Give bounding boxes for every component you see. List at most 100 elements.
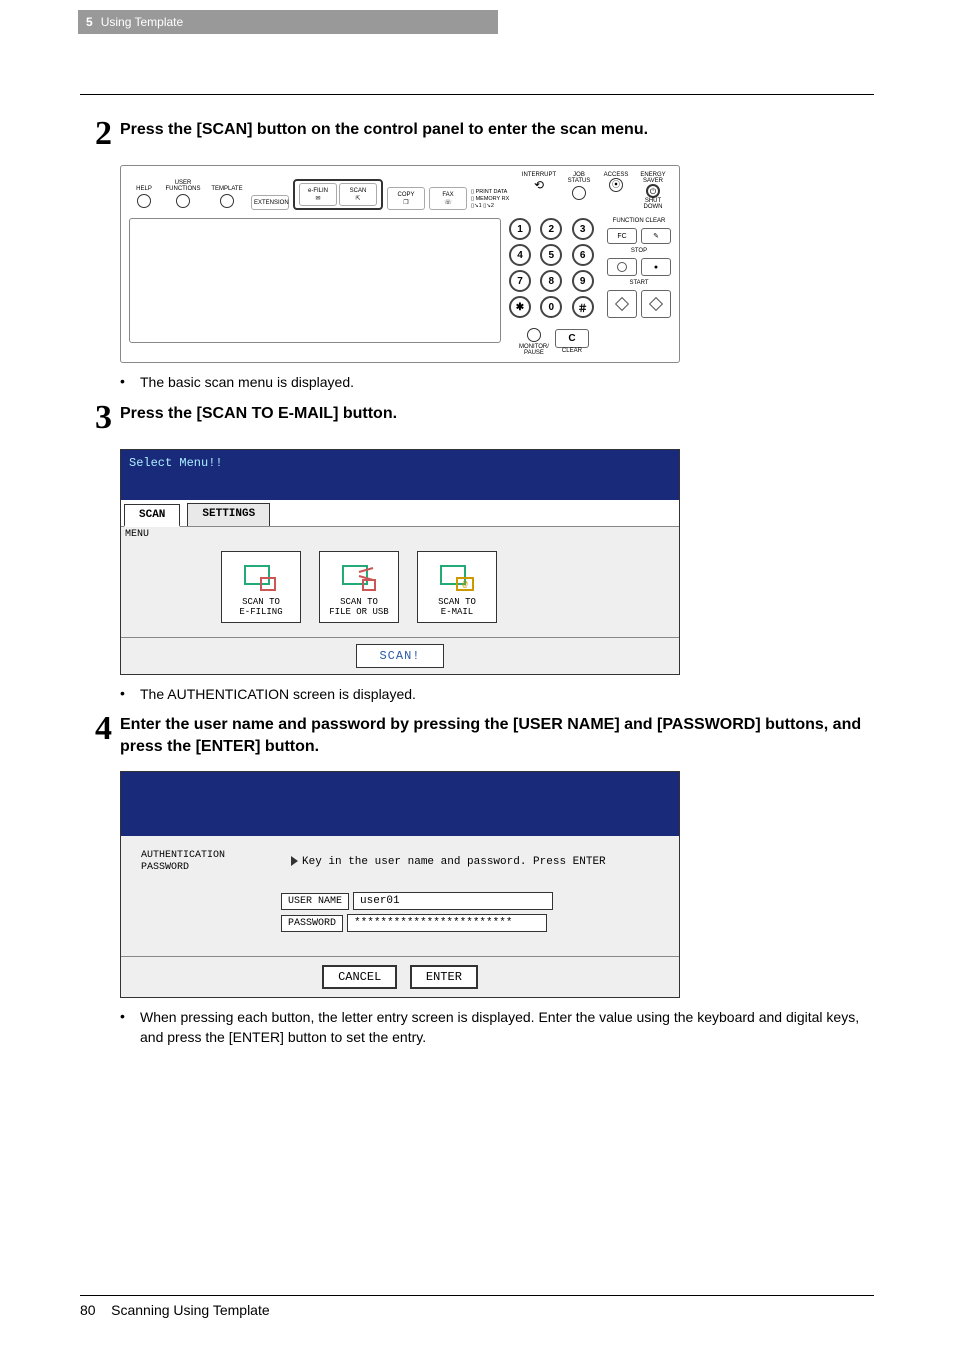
- key-2[interactable]: 2: [540, 218, 562, 240]
- step-2: 2 Press the [SCAN] button on the control…: [80, 119, 874, 151]
- fax-icon: ☏: [432, 200, 464, 207]
- efiling-icon: ✉: [302, 196, 334, 203]
- start-button[interactable]: [607, 290, 637, 318]
- side-buttons: FUNCTION CLEAR FC ✎ STOP ● START: [607, 218, 671, 356]
- scan-to-efiling-button[interactable]: SCAN TOE-FILING: [221, 551, 301, 623]
- indicator-labels: ▯ PRINT DATA ▯ MEMORY RX ▯↘1 ▯↘2: [471, 187, 517, 210]
- key-0[interactable]: 0: [540, 296, 562, 318]
- step-2-bullet: • The basic scan menu is displayed.: [120, 373, 874, 393]
- page-number: 80: [80, 1302, 96, 1318]
- step-3-number: 3: [80, 401, 120, 435]
- chapter-title: Using Template: [101, 15, 184, 29]
- start-icon: [615, 297, 629, 311]
- username-button[interactable]: USER NAME: [281, 893, 349, 910]
- energy-saver-label: ENERGYSAVER: [635, 172, 671, 184]
- interrupt-icon[interactable]: ⟲: [534, 178, 544, 192]
- job-status-label: JOB STATUS: [561, 172, 597, 184]
- step-4-title: Enter the user name and password by pres…: [120, 714, 874, 757]
- keyin-instruction: Key in the user name and password. Press…: [291, 856, 606, 868]
- clear-c-button[interactable]: C: [555, 329, 589, 348]
- energy-saver-icon[interactable]: ⏻: [646, 184, 660, 198]
- scan-group-highlight: e-FILIN ✉ SCAN ⇱: [293, 179, 383, 210]
- footer-section: Scanning Using Template: [111, 1302, 270, 1318]
- auth-topbar: [121, 772, 679, 836]
- page-footer: 80 Scanning Using Template: [80, 1295, 874, 1318]
- job-status-button[interactable]: [572, 186, 586, 200]
- stop-button[interactable]: [607, 258, 637, 276]
- key-9[interactable]: 9: [572, 270, 594, 292]
- chapter-header: 5 Using Template: [78, 10, 498, 34]
- copy-icon: ❐: [390, 200, 422, 207]
- key-7[interactable]: 7: [509, 270, 531, 292]
- key-1[interactable]: 1: [509, 218, 531, 240]
- key-3[interactable]: 3: [572, 218, 594, 240]
- step-2-number: 2: [80, 117, 120, 151]
- access-icon[interactable]: ⦿: [609, 178, 623, 192]
- scan-button[interactable]: SCAN ⇱: [339, 183, 377, 206]
- key-8[interactable]: 8: [540, 270, 562, 292]
- tab-settings[interactable]: SETTINGS: [187, 503, 270, 526]
- fc-button[interactable]: FC: [607, 228, 637, 244]
- user-functions-button[interactable]: [176, 194, 190, 208]
- key-4[interactable]: 4: [509, 244, 531, 266]
- control-panel-figure: HELP USER FUNCTIONS TEMPLATE EXTENSION e…: [120, 165, 680, 363]
- shutdown-label: SHUT DOWN: [635, 198, 671, 210]
- efiling-icon: [241, 562, 281, 594]
- start-label: START: [607, 280, 671, 286]
- tab-row: SCAN SETTINGS: [121, 500, 679, 527]
- step-3: 3 Press the [SCAN TO E-MAIL] button.: [80, 403, 874, 435]
- step-2-title: Press the [SCAN] button on the control p…: [120, 119, 874, 141]
- enter-button[interactable]: ENTER: [410, 965, 478, 989]
- scan-icon: ⇱: [342, 196, 374, 203]
- step-3-title: Press the [SCAN TO E-MAIL] button.: [120, 403, 874, 425]
- menu-label: MENU: [125, 529, 149, 540]
- touch-screen[interactable]: [129, 218, 501, 343]
- cancel-button[interactable]: CANCEL: [322, 965, 397, 989]
- username-field[interactable]: user01: [353, 892, 553, 910]
- stop-label: STOP: [607, 248, 671, 254]
- key-hash[interactable]: ＃: [572, 296, 594, 318]
- monitor-label: MONITOR/PAUSE: [519, 344, 549, 356]
- scan-action-button[interactable]: SCAN!: [356, 644, 443, 668]
- step-4: 4 Enter the user name and password by pr…: [80, 714, 874, 757]
- copy-button[interactable]: COPY ❐: [387, 187, 425, 210]
- fax-button[interactable]: FAX ☏: [429, 187, 467, 210]
- scan-menu-figure: Select Menu!! SCAN SETTINGS MENU SCAN TO…: [120, 449, 680, 675]
- chapter-number: 5: [86, 15, 93, 29]
- help-button[interactable]: [137, 194, 151, 208]
- key-star[interactable]: ✱: [509, 296, 531, 318]
- password-field[interactable]: ************************: [347, 914, 547, 932]
- template-button[interactable]: [220, 194, 234, 208]
- clear-label: CLEAR: [555, 348, 589, 354]
- step-4-number: 4: [80, 712, 120, 746]
- user-functions-label: USER FUNCTIONS: [166, 180, 201, 192]
- stop-icon: [617, 262, 627, 272]
- scan-to-file-button[interactable]: SCAN TOFILE OR USB: [319, 551, 399, 623]
- step-3-bullet: • The AUTHENTICATION screen is displayed…: [120, 685, 874, 705]
- help-label: HELP: [129, 186, 159, 192]
- select-menu-bar: Select Menu!!: [121, 450, 679, 500]
- start-aux-button[interactable]: [641, 290, 671, 318]
- scan-to-email-button[interactable]: @ SCAN TOE-MAIL: [417, 551, 497, 623]
- extension-button[interactable]: EXTENSION: [251, 195, 289, 210]
- key-6[interactable]: 6: [572, 244, 594, 266]
- template-label: TEMPLATE: [207, 186, 247, 192]
- auth-left-label: AUTHENTICATIONPASSWORD: [141, 850, 281, 874]
- arrow-icon: [291, 856, 298, 866]
- top-divider: [80, 94, 874, 95]
- password-button[interactable]: PASSWORD: [281, 915, 343, 932]
- file-usb-icon: [339, 562, 379, 594]
- monitor-button[interactable]: [527, 328, 541, 342]
- key-5[interactable]: 5: [540, 244, 562, 266]
- tab-scan[interactable]: SCAN: [124, 504, 180, 527]
- step-4-bullet: • When pressing each button, the letter …: [120, 1008, 874, 1047]
- start-aux-icon: [649, 297, 663, 311]
- function-clear-label: FUNCTION CLEAR: [607, 218, 671, 224]
- keypad: 1 2 3 4 5 6 7 8 9 ✱ 0 ＃: [509, 218, 599, 356]
- email-icon: @: [437, 562, 477, 594]
- stop-aux-button[interactable]: ●: [641, 258, 671, 276]
- svg-text:@: @: [462, 580, 468, 590]
- fc-pen-button[interactable]: ✎: [641, 228, 671, 244]
- efiling-button[interactable]: e-FILIN ✉: [299, 183, 337, 206]
- authentication-figure: AUTHENTICATIONPASSWORD Key in the user n…: [120, 771, 680, 998]
